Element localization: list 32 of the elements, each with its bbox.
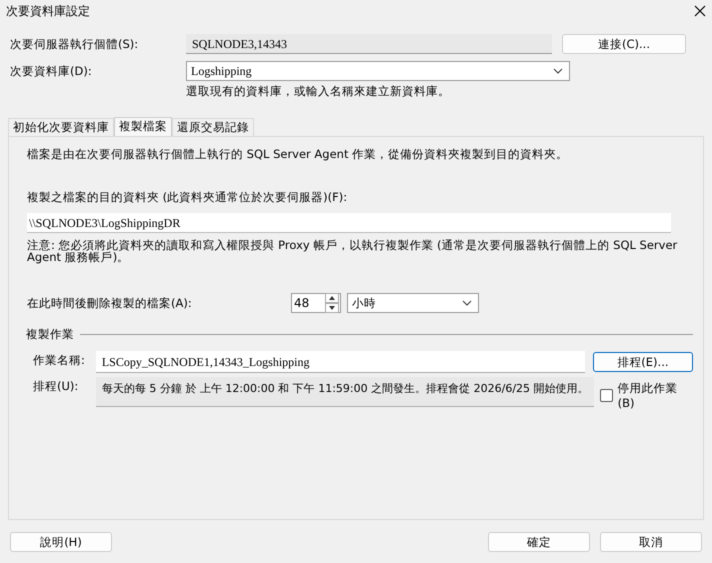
database-hint: 選取現有的資料庫，或輸入名稱來建立新資料庫。: [186, 84, 450, 98]
window-title: 次要資料庫設定: [6, 2, 90, 20]
note-text: 注意: 您必須將此資料夾的讀取和寫入權限授與 Proxy 帳戶，以執行複製作業 (通常是次要伺服器執行個體上的 SQL Server Agent 服務帳戶)。: [27, 239, 678, 263]
disable-job-label: 停用此作業(B): [618, 381, 679, 410]
tab[interactable]: 複製檔案: [114, 117, 172, 137]
database-label: 次要資料庫(D):: [10, 64, 93, 78]
tab[interactable]: 還原交易記錄: [172, 118, 254, 136]
cancel-button[interactable]: 取消: [600, 532, 702, 552]
group-title: 複製作業: [26, 327, 74, 342]
close-icon[interactable]: [694, 5, 706, 17]
connect-button[interactable]: 連接(C)...: [562, 34, 686, 54]
chevron-down-icon: [553, 68, 563, 74]
delete-label: 在此時間後刪除複製的檔案(A):: [27, 296, 193, 310]
server-label: 次要伺服器執行個體(S):: [10, 36, 140, 52]
hours-spinner[interactable]: 48: [291, 293, 341, 313]
database-dropdown[interactable]: Logshipping: [186, 61, 570, 81]
ok-button[interactable]: 確定: [488, 532, 590, 552]
folder-label: 複製之檔案的目的資料夾 (此資料夾通常位於次要伺服器)(F):: [27, 190, 348, 205]
description-text: 檔案是由在次要伺服器執行個體上執行的 SQL Server Agent 作業，從備份資料夾複製到目的資料夾。: [27, 147, 570, 162]
disable-job-checkbox[interactable]: [600, 389, 613, 402]
schedule-label: 排程(U):: [33, 378, 80, 394]
job-name-label: 作業名稱:: [33, 352, 86, 368]
chevron-down-icon: [462, 300, 472, 306]
folder-field[interactable]: \\SQLNODE3\LogShippingDR: [27, 213, 671, 233]
schedule-text: 每天的每 5 分鐘 於 上午 12:00:00 和 下午 11:59:00 之間發生。排程會從 2026/6/25 開始使用。: [96, 377, 594, 407]
job-name-field[interactable]: LSCopy_SQLNODE1,14343_Logshipping: [96, 351, 585, 373]
help-button[interactable]: 說明(H): [10, 532, 112, 552]
tab[interactable]: 初始化次要資料庫: [8, 118, 114, 136]
spinner-arrows-icon[interactable]: [325, 293, 339, 313]
schedule-button[interactable]: 排程(E)...: [592, 352, 693, 372]
server-field: SQLNODE3,14343: [186, 34, 552, 54]
unit-dropdown[interactable]: 小時: [347, 293, 479, 313]
